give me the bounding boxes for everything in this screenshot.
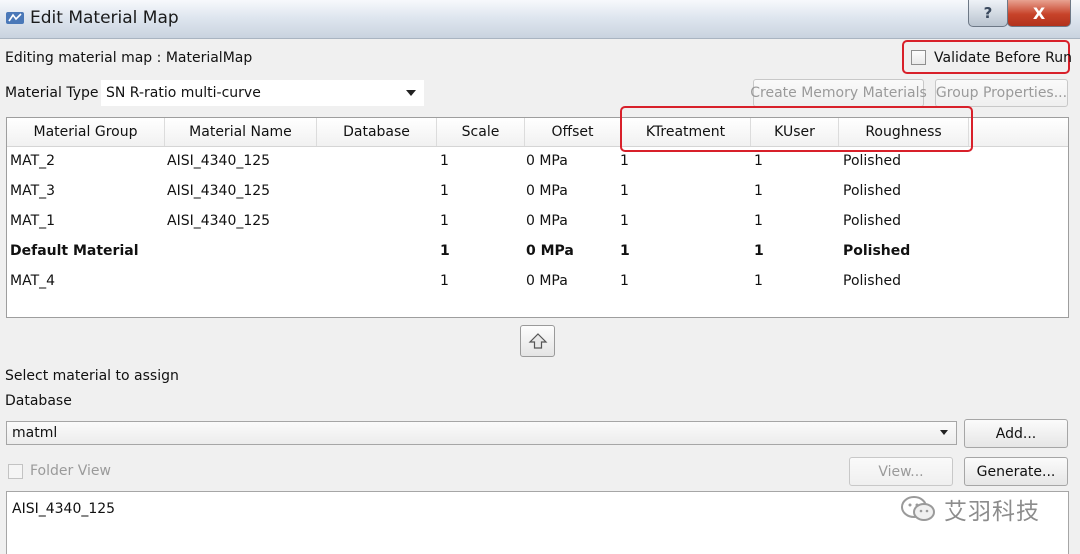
watermark-text: 艾羽科技 — [944, 499, 1040, 525]
cell-material-name: AISI_4340_125 — [167, 213, 271, 229]
cell-offset: 0 MPa — [526, 183, 568, 199]
cell-ktreatment: 1 — [620, 183, 629, 199]
close-button[interactable]: X — [1007, 0, 1071, 27]
cell-scale: 1 — [440, 213, 449, 229]
cell-offset: 0 MPa — [526, 273, 568, 289]
group-properties-button[interactable]: Group Properties... — [935, 79, 1068, 107]
table-row[interactable]: MAT_1 AISI_4340_125 1 0 MPa 1 1 Polished — [7, 207, 1068, 237]
cell-kuser: 1 — [754, 243, 764, 259]
cell-kuser: 1 — [754, 213, 763, 229]
watermark: 艾羽科技 — [900, 492, 1040, 526]
select-material-label: Select material to assign — [5, 368, 179, 384]
cell-roughness: Polished — [843, 153, 901, 169]
cell-material-group: MAT_3 — [10, 183, 56, 199]
cell-scale: 1 — [440, 183, 449, 199]
cell-roughness: Polished — [843, 183, 901, 199]
app-icon — [6, 12, 24, 24]
column-header-material-group[interactable]: Material Group — [7, 118, 165, 146]
folder-view-label[interactable]: Folder View — [30, 463, 111, 479]
cell-offset: 0 MPa — [526, 243, 574, 259]
arrow-up-icon — [528, 333, 547, 349]
wechat-icon — [901, 496, 935, 521]
cell-ktreatment: 1 — [620, 153, 629, 169]
editing-label: Editing material map : MaterialMap — [5, 50, 253, 66]
cell-ktreatment: 1 — [620, 243, 630, 259]
cell-kuser: 1 — [754, 273, 763, 289]
cell-ktreatment: 1 — [620, 273, 629, 289]
cell-kuser: 1 — [754, 153, 763, 169]
validate-checkbox[interactable] — [911, 50, 926, 65]
cell-scale: 1 — [440, 273, 449, 289]
cell-material-group: Default Material — [10, 243, 139, 259]
material-type-label: Material Type — [5, 85, 99, 101]
chevron-down-icon — [406, 90, 416, 96]
cell-material-group: MAT_1 — [10, 213, 56, 229]
list-item[interactable]: AISI_4340_125 — [12, 501, 115, 517]
cell-ktreatment: 1 — [620, 213, 629, 229]
title-bar: Edit Material Map ? X — [0, 0, 1080, 39]
column-header-database[interactable]: Database — [317, 118, 437, 146]
add-button[interactable]: Add... — [964, 419, 1068, 448]
window-title: Edit Material Map — [30, 8, 179, 28]
chevron-down-icon — [940, 430, 948, 435]
create-memory-materials-button[interactable]: Create Memory Materials — [750, 79, 927, 107]
cell-scale: 1 — [440, 243, 450, 259]
cell-material-group: MAT_2 — [10, 153, 56, 169]
cell-roughness: Polished — [843, 273, 901, 289]
database-select[interactable]: matml — [6, 421, 957, 445]
cell-roughness: Polished — [843, 243, 911, 259]
assign-up-button[interactable] — [520, 325, 555, 357]
view-button[interactable]: View... — [849, 457, 953, 486]
table-row[interactable]: MAT_3 AISI_4340_125 1 0 MPa 1 1 Polished — [7, 177, 1068, 207]
folder-view-checkbox[interactable] — [8, 464, 23, 479]
cell-kuser: 1 — [754, 183, 763, 199]
help-button[interactable]: ? — [968, 0, 1008, 27]
validate-label[interactable]: Validate Before Run — [934, 50, 1072, 66]
column-header-material-name[interactable]: Material Name — [165, 118, 317, 146]
material-type-value: SN R-ratio multi-curve — [106, 85, 261, 101]
database-label: Database — [5, 393, 72, 409]
database-value: matml — [12, 425, 58, 441]
column-highlight — [620, 106, 973, 152]
cell-material-name: AISI_4340_125 — [167, 153, 271, 169]
generate-button[interactable]: Generate... — [964, 457, 1068, 486]
cell-material-name: AISI_4340_125 — [167, 183, 271, 199]
cell-offset: 0 MPa — [526, 153, 568, 169]
cell-material-group: MAT_4 — [10, 273, 56, 289]
column-header-offset[interactable]: Offset — [525, 118, 621, 146]
table-row[interactable]: Default Material 1 0 MPa 1 1 Polished — [7, 237, 1068, 267]
table-row[interactable]: MAT_4 1 0 MPa 1 1 Polished — [7, 267, 1068, 297]
cell-scale: 1 — [440, 153, 449, 169]
material-type-select[interactable]: SN R-ratio multi-curve — [101, 80, 424, 106]
cell-offset: 0 MPa — [526, 213, 568, 229]
cell-roughness: Polished — [843, 213, 901, 229]
column-header-scale[interactable]: Scale — [437, 118, 525, 146]
